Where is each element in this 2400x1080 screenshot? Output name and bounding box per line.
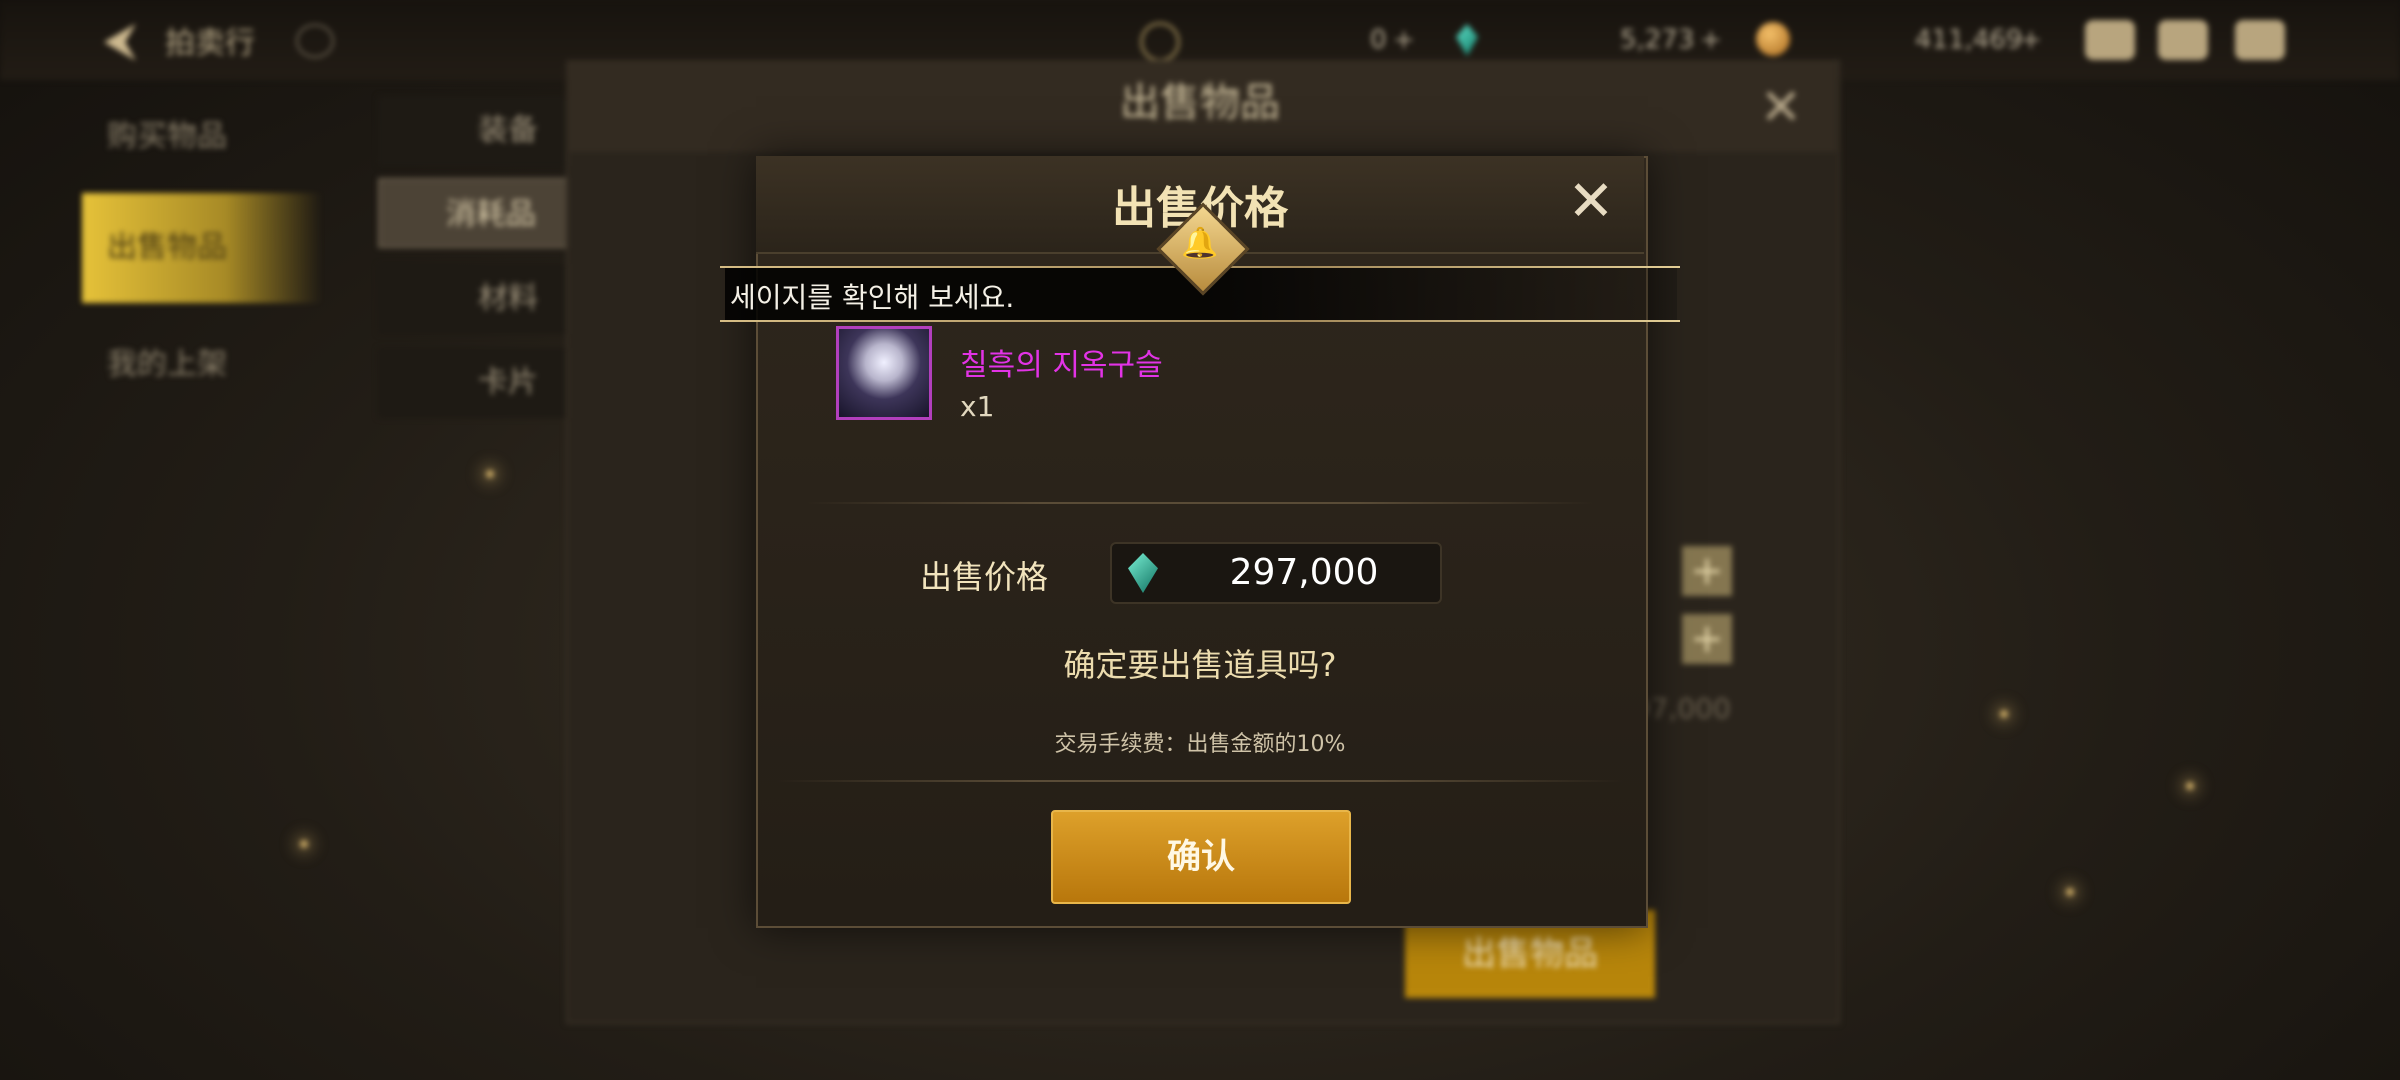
sparkle-decoration <box>486 470 494 478</box>
currency-c-add-button[interactable]: + <box>1393 18 1415 62</box>
sidebar-item-sell[interactable]: 出售物品 <box>82 193 322 303</box>
gem-add-button[interactable]: + <box>1700 18 1722 62</box>
sparkle-decoration <box>300 840 308 848</box>
mail-icon[interactable] <box>2158 20 2208 60</box>
confirm-question: 确定要出售道具吗? <box>1063 646 1337 684</box>
item-orb-icon[interactable] <box>836 326 932 420</box>
gold-amount: 411,469 <box>1915 25 2023 55</box>
quantity-increase-button[interactable]: + <box>1682 614 1732 664</box>
item-quantity: x1 <box>960 390 995 423</box>
item-name: 칠흑의 지옥구슬 <box>960 348 1163 383</box>
sell-panel-close-icon[interactable]: ✕ <box>1760 78 1802 136</box>
gold-add-button[interactable]: + <box>2020 18 2042 62</box>
currency-c-icon <box>1140 22 1180 62</box>
gold-coin-icon <box>1756 22 1790 56</box>
price-increase-button[interactable]: + <box>1682 546 1732 596</box>
divider <box>776 780 1624 782</box>
fee-note: 交易手续费：出售金额的10% <box>1054 732 1346 757</box>
sparkle-decoration <box>2186 782 2194 790</box>
bag-icon[interactable] <box>2085 20 2135 60</box>
close-icon[interactable]: ✕ <box>1565 174 1617 230</box>
page-title: 拍卖行 <box>165 26 255 61</box>
price-value: 297,000 <box>1229 552 1379 593</box>
tab-consumables[interactable]: 消耗品 <box>378 178 568 248</box>
sparkle-decoration <box>2066 888 2074 896</box>
notice-bottom-border <box>720 320 1680 322</box>
bell-icon: 🔔 <box>1181 226 1219 261</box>
chat-icon[interactable] <box>2235 20 2285 60</box>
divider <box>806 502 1594 504</box>
notice-text: 세이지를 확인해 보세요. <box>730 281 1015 314</box>
currency-c-amount: 0 <box>1370 25 1387 55</box>
sparkle-decoration <box>2000 710 2008 718</box>
confirm-button[interactable]: 确认 <box>1051 810 1351 904</box>
tab-cards[interactable]: 卡片 <box>378 348 568 418</box>
tab-materials[interactable]: 材料 <box>378 264 568 334</box>
gem-amount: 5,273 <box>1620 25 1695 55</box>
back-arrow-icon[interactable]: ⮜ <box>95 14 145 64</box>
price-label: 出售价格 <box>920 558 1049 596</box>
sell-panel-title: 出售物品 <box>1120 80 1280 126</box>
eye-icon[interactable] <box>296 24 334 58</box>
sidebar-item-my-listings[interactable]: 我的上架 <box>82 310 322 420</box>
